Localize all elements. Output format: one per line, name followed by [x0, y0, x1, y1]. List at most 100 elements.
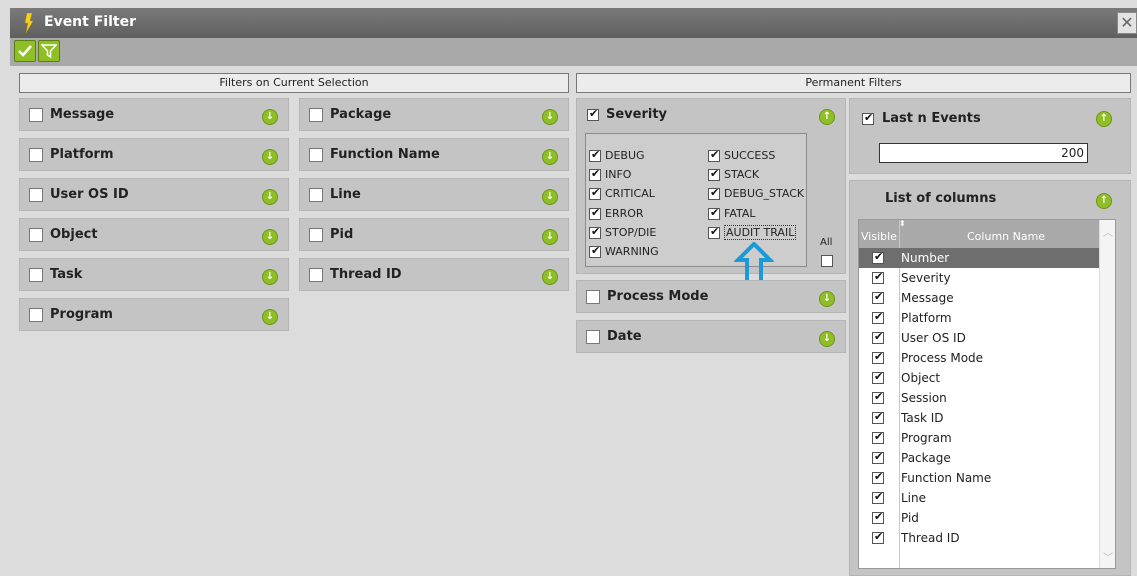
expand-down-icon[interactable]: ↓ — [262, 309, 278, 325]
filter-checkbox[interactable] — [29, 108, 43, 122]
visible-checkbox[interactable] — [872, 310, 884, 324]
severity-item-success[interactable]: SUCCESS — [708, 148, 775, 162]
filter-checkbox[interactable] — [309, 268, 323, 282]
filter-checkbox[interactable] — [309, 148, 323, 162]
column-row-session[interactable]: Session — [859, 388, 1099, 408]
severity-item-debug-stack[interactable]: DEBUG_STACK — [708, 186, 804, 200]
checkbox[interactable] — [708, 225, 720, 239]
column-row-line[interactable]: Line — [859, 488, 1099, 508]
visible-checkbox[interactable] — [872, 530, 884, 544]
filter-program[interactable]: Program ↓ — [19, 298, 289, 331]
filter-checkbox[interactable] — [586, 290, 600, 304]
expand-down-icon[interactable]: ↓ — [542, 269, 558, 285]
visible-checkbox[interactable] — [872, 390, 884, 404]
visible-checkbox[interactable] — [872, 330, 884, 344]
filter-checkbox[interactable] — [29, 308, 43, 322]
collapse-up-icon[interactable]: ↑ — [1096, 111, 1112, 127]
checkbox[interactable] — [708, 186, 720, 200]
checkbox[interactable] — [589, 206, 601, 220]
scroll-down-icon[interactable]: ﹀ — [1103, 549, 1113, 564]
expand-down-icon[interactable]: ↓ — [542, 189, 558, 205]
expand-down-icon[interactable]: ↓ — [262, 229, 278, 245]
expand-down-icon[interactable]: ↓ — [262, 189, 278, 205]
all-checkbox[interactable] — [821, 255, 833, 267]
checkbox[interactable] — [589, 167, 601, 181]
visible-checkbox[interactable] — [872, 430, 884, 444]
filter-checkbox[interactable] — [309, 228, 323, 242]
visible-checkbox[interactable] — [872, 350, 884, 364]
visible-checkbox[interactable] — [872, 450, 884, 464]
column-row-program[interactable]: Program — [859, 428, 1099, 448]
filter-function-name[interactable]: Function Name ↓ — [299, 138, 569, 171]
filter-platform[interactable]: Platform ↓ — [19, 138, 289, 171]
collapse-up-icon[interactable]: ↑ — [819, 109, 835, 125]
severity-item-stop-die[interactable]: STOP/DIE — [589, 225, 656, 239]
checkbox[interactable] — [589, 244, 601, 258]
filter-checkbox[interactable] — [29, 188, 43, 202]
severity-item-critical[interactable]: CRITICAL — [589, 186, 655, 200]
scroll-up-icon[interactable]: ︿ — [1103, 224, 1113, 239]
severity-item-debug[interactable]: DEBUG — [589, 148, 645, 162]
severity-item-info[interactable]: INFO — [589, 167, 631, 181]
filter-checkbox[interactable] — [29, 228, 43, 242]
column-row-process-mode[interactable]: Process Mode — [859, 348, 1099, 368]
filter-button[interactable] — [38, 40, 60, 62]
filter-date[interactable]: Date ↓ — [576, 320, 846, 353]
filter-checkbox[interactable] — [586, 330, 600, 344]
checkbox[interactable] — [589, 225, 601, 239]
expand-down-icon[interactable]: ↓ — [262, 269, 278, 285]
filter-package[interactable]: Package ↓ — [299, 98, 569, 131]
checkbox[interactable] — [589, 148, 601, 162]
expand-down-icon[interactable]: ↓ — [542, 109, 558, 125]
visible-checkbox[interactable] — [872, 250, 884, 264]
filter-checkbox[interactable] — [309, 188, 323, 202]
filter-checkbox[interactable] — [29, 268, 43, 282]
column-row-package[interactable]: Package — [859, 448, 1099, 468]
column-row-thread-id[interactable]: Thread ID — [859, 528, 1099, 548]
collapse-up-icon[interactable]: ↑ — [1096, 193, 1112, 209]
visible-checkbox[interactable] — [872, 490, 884, 504]
close-button[interactable]: ✕ — [1117, 12, 1137, 34]
expand-down-icon[interactable]: ↓ — [542, 229, 558, 245]
column-row-pid[interactable]: Pid — [859, 508, 1099, 528]
column-row-message[interactable]: Message — [859, 288, 1099, 308]
filter-object[interactable]: Object ↓ — [19, 218, 289, 251]
filter-checkbox[interactable] — [29, 148, 43, 162]
header-visible[interactable]: Visible — [861, 230, 897, 243]
filter-message[interactable]: Message ↓ — [19, 98, 289, 131]
last-n-events-input[interactable]: 200 — [879, 143, 1088, 163]
expand-down-icon[interactable]: ↓ — [262, 149, 278, 165]
column-row-platform[interactable]: Platform — [859, 308, 1099, 328]
last-n-events-checkbox[interactable] — [862, 111, 874, 125]
column-row-task-id[interactable]: Task ID — [859, 408, 1099, 428]
severity-item-stack[interactable]: STACK — [708, 167, 759, 181]
filter-checkbox[interactable] — [309, 108, 323, 122]
filter-task[interactable]: Task ↓ — [19, 258, 289, 291]
severity-item-error[interactable]: ERROR — [589, 206, 644, 220]
visible-checkbox[interactable] — [872, 290, 884, 304]
visible-checkbox[interactable] — [872, 370, 884, 384]
checkbox[interactable] — [708, 148, 720, 162]
header-column-name[interactable]: Column Name — [967, 230, 1045, 243]
filter-thread-id[interactable]: Thread ID ↓ — [299, 258, 569, 291]
filter-process-mode[interactable]: Process Mode ↓ — [576, 280, 846, 313]
visible-checkbox[interactable] — [872, 410, 884, 424]
filter-pid[interactable]: Pid ↓ — [299, 218, 569, 251]
severity-item-audit-trail[interactable]: AUDIT TRAIL — [708, 225, 797, 240]
column-row-number[interactable]: Number — [859, 248, 1099, 268]
apply-button[interactable] — [14, 40, 36, 62]
column-row-object[interactable]: Object — [859, 368, 1099, 388]
column-row-function-name[interactable]: Function Name — [859, 468, 1099, 488]
column-row-severity[interactable]: Severity — [859, 268, 1099, 288]
expand-down-icon[interactable]: ↓ — [819, 331, 835, 347]
expand-down-icon[interactable]: ↓ — [262, 109, 278, 125]
checkbox[interactable] — [589, 186, 601, 200]
severity-item-warning[interactable]: WARNING — [589, 244, 659, 258]
column-row-user-os-id[interactable]: User OS ID — [859, 328, 1099, 348]
expand-down-icon[interactable]: ↓ — [542, 149, 558, 165]
visible-checkbox[interactable] — [872, 270, 884, 284]
expand-down-icon[interactable]: ↓ — [819, 291, 835, 307]
severity-item-fatal[interactable]: FATAL — [708, 206, 756, 220]
visible-checkbox[interactable] — [872, 510, 884, 524]
filter-line[interactable]: Line ↓ — [299, 178, 569, 211]
